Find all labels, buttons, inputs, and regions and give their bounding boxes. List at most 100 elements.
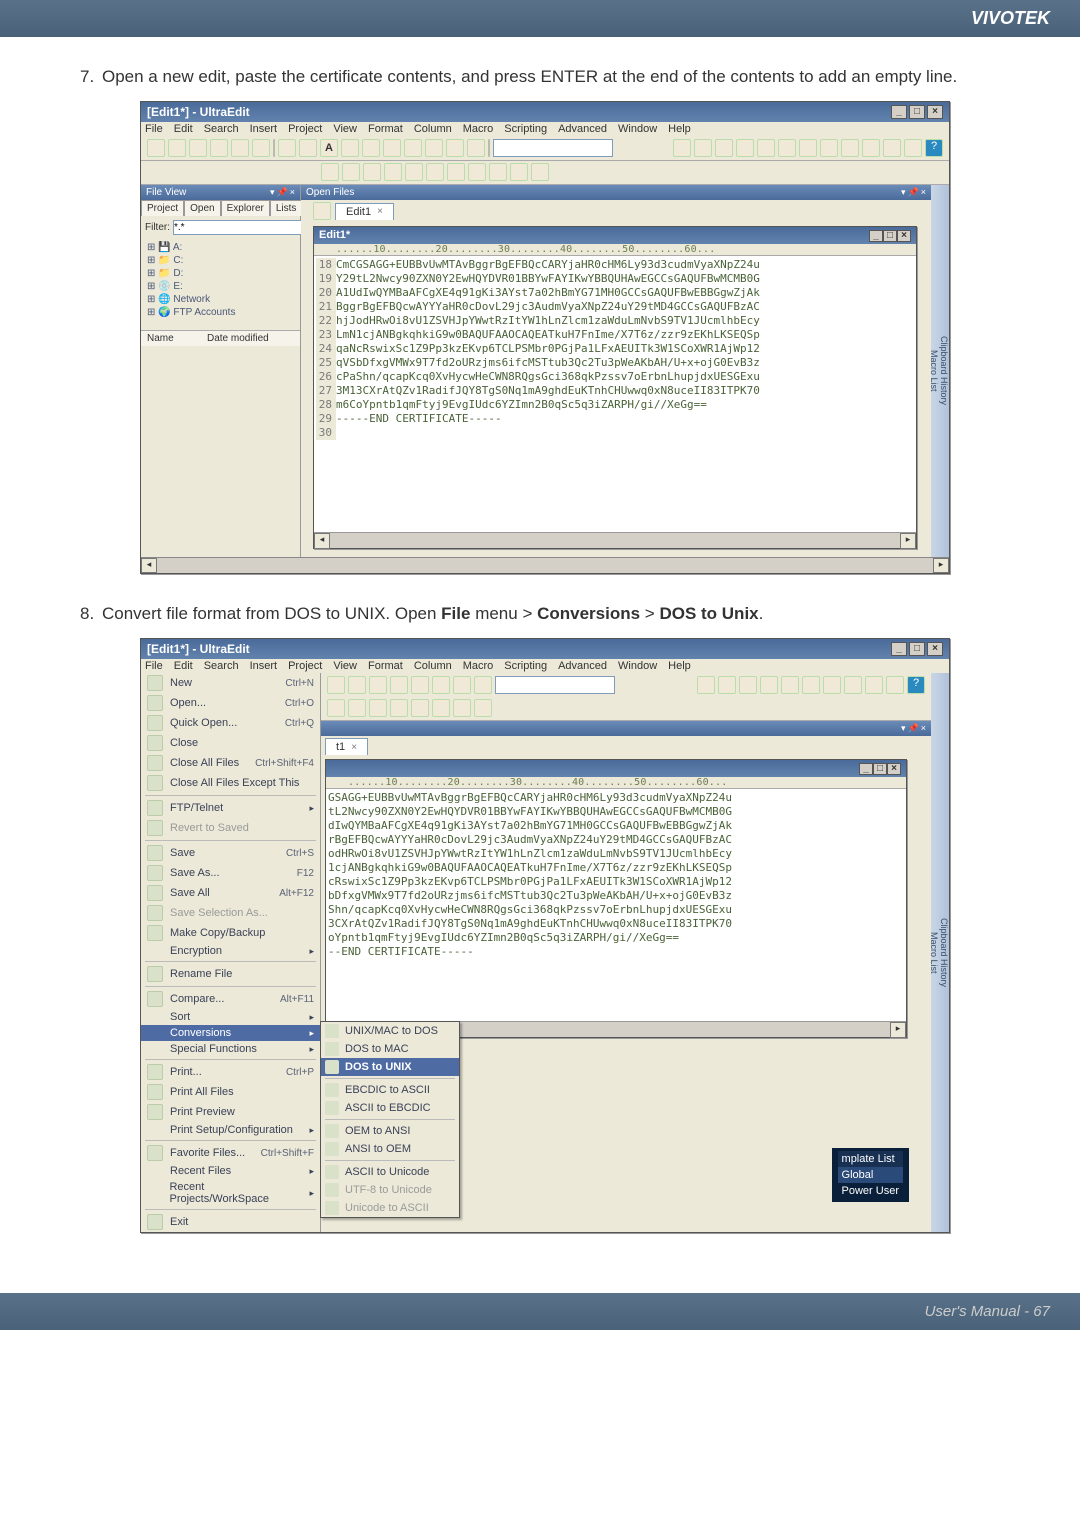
menu-file[interactable]: File <box>145 660 163 672</box>
fm-recentfiles[interactable]: Recent Files▸ <box>141 1163 320 1179</box>
fm-specialfns[interactable]: Special Functions▸ <box>141 1041 320 1057</box>
help-icon[interactable]: ? <box>907 676 925 694</box>
tool-icon[interactable] <box>736 139 754 157</box>
conv-ascii2unicode[interactable]: ASCII to Unicode <box>321 1163 459 1181</box>
tool-icon[interactable] <box>447 163 465 181</box>
menu-scripting[interactable]: Scripting <box>504 660 547 672</box>
tool-icon[interactable] <box>147 139 165 157</box>
conv-ansi2oem[interactable]: ANSI to OEM <box>321 1140 459 1158</box>
menu-macro[interactable]: Macro <box>463 123 494 135</box>
tool-icon[interactable] <box>453 676 471 694</box>
fm-quickopen[interactable]: Quick Open...Ctrl+Q <box>141 713 320 733</box>
conv-ebcdic2ascii[interactable]: EBCDIC to ASCII <box>321 1081 459 1099</box>
minimize-icon[interactable]: _ <box>891 642 907 656</box>
hscroll-right-icon[interactable]: ▸ <box>933 558 949 573</box>
minimize-icon[interactable]: _ <box>891 105 907 119</box>
tool-icon[interactable] <box>369 699 387 717</box>
tool-icon[interactable] <box>718 676 736 694</box>
fm-printpreview[interactable]: Print Preview <box>141 1102 320 1122</box>
template-global[interactable]: Global <box>838 1167 903 1183</box>
fm-closeall[interactable]: Close All FilesCtrl+Shift+F4 <box>141 753 320 773</box>
ftp-accounts[interactable]: FTP Accounts <box>173 307 235 318</box>
fv-tab-project[interactable]: Project <box>141 200 184 216</box>
tool-icon[interactable] <box>390 676 408 694</box>
tool-icon[interactable] <box>383 139 401 157</box>
tool-icon[interactable] <box>363 163 381 181</box>
sidetab-clipboard[interactable]: Clipboard History <box>939 201 949 541</box>
tool-icon[interactable] <box>820 139 838 157</box>
tool-icon[interactable] <box>781 676 799 694</box>
editor-blank-area[interactable] <box>326 961 906 1021</box>
fm-saveas[interactable]: Save As...F12 <box>141 863 320 883</box>
tool-icon[interactable] <box>369 676 387 694</box>
drive-network[interactable]: Network <box>173 294 210 305</box>
tool-icon[interactable] <box>467 139 485 157</box>
main-toolbar[interactable]: A <box>141 136 949 161</box>
tool-icon[interactable] <box>189 139 207 157</box>
toolbar-bold-a[interactable]: A <box>320 139 338 157</box>
tool-icon[interactable] <box>252 139 270 157</box>
tool-icon[interactable] <box>411 676 429 694</box>
menu-advanced[interactable]: Advanced <box>558 123 607 135</box>
drive-c[interactable]: C: <box>173 255 183 266</box>
tool-icon[interactable] <box>348 676 366 694</box>
tool-icon[interactable] <box>426 163 444 181</box>
tool-icon[interactable] <box>715 139 733 157</box>
tool-icon[interactable] <box>362 139 380 157</box>
tool-icon[interactable] <box>474 699 492 717</box>
fm-printall[interactable]: Print All Files <box>141 1082 320 1102</box>
tool-icon[interactable] <box>904 139 922 157</box>
tool-icon[interactable] <box>865 676 883 694</box>
fm-saveall[interactable]: Save AllAlt+F12 <box>141 883 320 903</box>
tool-icon[interactable] <box>453 699 471 717</box>
tool-icon[interactable] <box>411 699 429 717</box>
menu-search[interactable]: Search <box>204 123 239 135</box>
menu-insert[interactable]: Insert <box>250 123 278 135</box>
template-poweruser[interactable]: Power User <box>838 1183 903 1199</box>
tool-icon[interactable] <box>510 163 528 181</box>
panel-close-icon[interactable]: × <box>921 187 926 197</box>
menu-bar[interactable]: File Edit Search Insert Project View For… <box>141 659 949 673</box>
tool-icon[interactable] <box>210 139 228 157</box>
fm-conversions[interactable]: Conversions▸ UNIX/MAC to DOS DOS to MAC … <box>141 1025 320 1041</box>
conv-oem2ansi[interactable]: OEM to ANSI <box>321 1122 459 1140</box>
menu-advanced[interactable]: Advanced <box>558 660 607 672</box>
tool-icon[interactable] <box>341 139 359 157</box>
tool-icon[interactable] <box>474 676 492 694</box>
col-date[interactable]: Date modified <box>207 333 269 344</box>
drive-a[interactable]: A: <box>173 242 182 253</box>
tool-icon[interactable] <box>468 163 486 181</box>
tool-icon[interactable] <box>802 676 820 694</box>
fv-tab-lists[interactable]: Lists <box>270 200 303 216</box>
fm-closeexcept[interactable]: Close All Files Except This <box>141 773 320 793</box>
tool-icon[interactable] <box>799 139 817 157</box>
toolbar-combo[interactable] <box>493 139 613 157</box>
fm-favorite[interactable]: Favorite Files...Ctrl+Shift+F <box>141 1143 320 1163</box>
editor-blank-area[interactable] <box>314 442 916 532</box>
tab-close-icon[interactable]: × <box>351 742 357 753</box>
menu-column[interactable]: Column <box>414 123 452 135</box>
menu-project[interactable]: Project <box>288 123 322 135</box>
tool-icon[interactable] <box>739 676 757 694</box>
doc-max-icon[interactable]: □ <box>873 763 887 775</box>
menu-bar[interactable]: File Edit Search Insert Project View For… <box>141 122 949 136</box>
fm-ftp[interactable]: FTP/Telnet▸ <box>141 798 320 818</box>
tool-icon[interactable] <box>883 139 901 157</box>
doc-max-icon[interactable]: □ <box>883 230 897 242</box>
sidetab-clipboard[interactable]: Clipboard History <box>939 689 949 1216</box>
fm-close[interactable]: Close <box>141 733 320 753</box>
tab-new-icon[interactable] <box>313 202 331 220</box>
panel-pin-icon[interactable]: 📌 <box>908 187 919 197</box>
tool-icon[interactable] <box>390 699 408 717</box>
conversions-submenu[interactable]: UNIX/MAC to DOS DOS to MAC DOS to UNIX E… <box>320 1021 460 1218</box>
menu-help[interactable]: Help <box>668 660 691 672</box>
tool-icon[interactable] <box>405 163 423 181</box>
close-icon[interactable]: × <box>927 105 943 119</box>
cut-icon[interactable] <box>278 139 296 157</box>
tool-icon[interactable] <box>231 139 249 157</box>
menu-edit[interactable]: Edit <box>174 123 193 135</box>
tool-icon[interactable] <box>327 699 345 717</box>
menu-edit[interactable]: Edit <box>174 660 193 672</box>
tool-icon[interactable] <box>432 699 450 717</box>
help-icon[interactable]: ? <box>925 139 943 157</box>
